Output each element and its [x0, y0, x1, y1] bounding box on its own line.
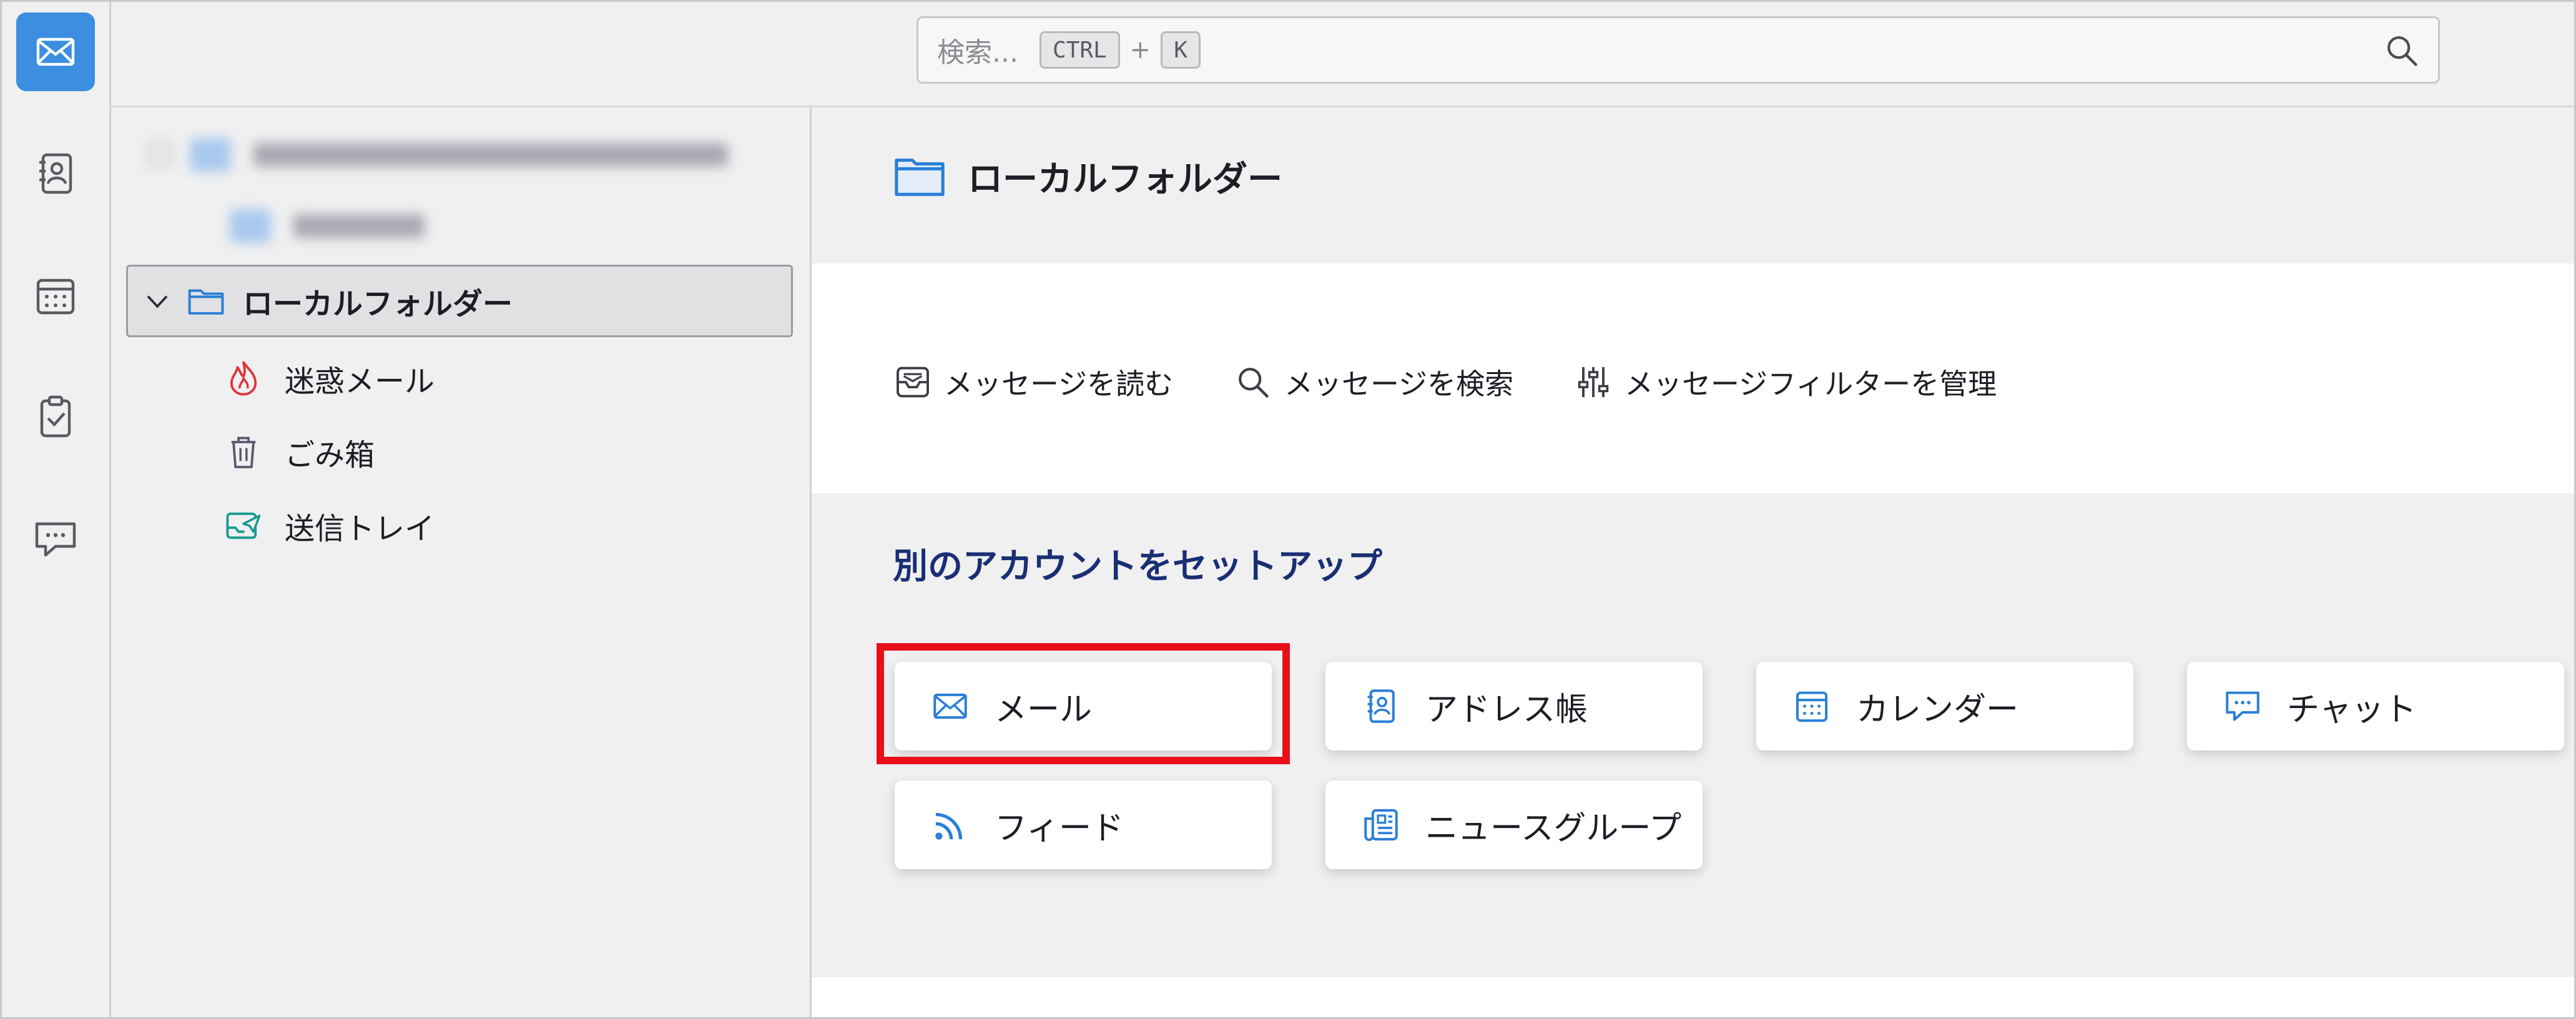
setup-feed-card[interactable]: フィード	[895, 780, 1272, 869]
shortcut-key-k: K	[1161, 31, 1201, 69]
bottom-band	[812, 977, 2576, 1019]
mail-icon	[36, 37, 75, 66]
chat-space-button[interactable]	[16, 500, 95, 578]
folder-pane: ローカルフォルダー 迷惑メール ごみ箱 送信トレイ	[111, 107, 812, 1019]
mail-icon	[933, 693, 967, 719]
address-book-space-button[interactable]	[16, 134, 95, 213]
folder-icon	[188, 289, 224, 315]
calendar-space-button[interactable]	[16, 256, 95, 335]
search-placeholder: 検索...	[937, 37, 1018, 69]
page-title-text: ローカルフォルダー	[968, 159, 1282, 200]
action-label: メッセージを読む	[944, 367, 1174, 401]
folder-item-junk[interactable]: 迷惑メール	[224, 347, 661, 410]
setup-calendar-card[interactable]: カレンダー	[1756, 662, 2133, 751]
local-folders-label: ローカルフォルダー	[243, 287, 513, 322]
setup-address-book-card[interactable]: アドレス帳	[1325, 662, 1703, 751]
shortcut-plus: +	[1129, 36, 1151, 64]
feed-icon	[935, 812, 963, 840]
folder-item-label: 送信トレイ	[285, 511, 435, 546]
junk-icon	[230, 361, 257, 396]
search-icon	[1239, 368, 1269, 398]
folder-item-label: ごみ箱	[285, 438, 375, 473]
action-label: メッセージを検索	[1284, 367, 1514, 401]
folder-summary-pane: ローカルフォルダー メッセージを読む メッセージを検索 メッセージフィルターを管…	[812, 107, 2576, 1019]
tasks-icon	[40, 395, 71, 438]
blurred-subfolder-row[interactable]	[230, 201, 479, 251]
outbox-icon	[226, 512, 261, 539]
chat-icon	[35, 522, 76, 557]
folder-item-outbox[interactable]: 送信トレイ	[224, 495, 661, 557]
trash-icon	[231, 436, 256, 468]
global-search-box[interactable]: 検索... CTRL + K	[917, 16, 2440, 84]
calendar-icon	[36, 278, 75, 315]
chevron-down-icon[interactable]	[142, 285, 173, 317]
action-label: メッセージフィルターを管理	[1625, 367, 1997, 401]
folder-item-label: 迷惑メール	[285, 364, 435, 399]
address-book-icon	[39, 153, 72, 194]
setup-chat-card[interactable]: チャット	[2187, 662, 2564, 751]
local-folders-row[interactable]: ローカルフォルダー	[126, 265, 793, 337]
card-label: カレンダー	[1856, 691, 2019, 729]
actions-band: メッセージを読む メッセージを検索 メッセージフィルターを管理	[812, 263, 2576, 493]
tasks-space-button[interactable]	[16, 378, 95, 456]
setup-newsgroup-card[interactable]: ニュースグループ	[1325, 780, 1703, 869]
card-label: チャット	[2287, 691, 2417, 729]
address-book-icon	[1367, 689, 1395, 723]
search-icon[interactable]	[2382, 31, 2422, 71]
card-label: ニュースグループ	[1425, 809, 1682, 847]
card-label: フィード	[995, 809, 1124, 847]
card-label: メール	[995, 691, 1093, 729]
card-label: アドレス帳	[1425, 691, 1588, 729]
folder-icon	[895, 159, 945, 196]
setup-section-title: 別のアカウントをセットアップ	[893, 546, 1382, 587]
chat-icon	[2226, 691, 2259, 721]
read-messages-icon	[897, 367, 929, 398]
folder-item-trash[interactable]: ごみ箱	[224, 421, 661, 483]
manage-filters-button[interactable]: メッセージフィルターを管理	[1573, 357, 1997, 407]
page-title: ローカルフォルダー	[893, 139, 1282, 214]
top-bar: 検索... CTRL + K	[111, 0, 2576, 107]
blurred-account-row[interactable]	[136, 130, 760, 180]
search-messages-button[interactable]: メッセージを検索	[1233, 357, 1513, 407]
read-messages-button[interactable]: メッセージを読む	[893, 357, 1173, 407]
calendar-icon	[1796, 691, 1828, 722]
newsgroup-icon	[1364, 809, 1398, 841]
spaces-toolbar	[0, 0, 111, 1019]
shortcut-key-ctrl: CTRL	[1039, 31, 1120, 69]
filter-icon	[1578, 367, 1609, 397]
mail-space-button[interactable]	[16, 12, 95, 91]
setup-mail-card[interactable]: メール	[895, 662, 1272, 751]
